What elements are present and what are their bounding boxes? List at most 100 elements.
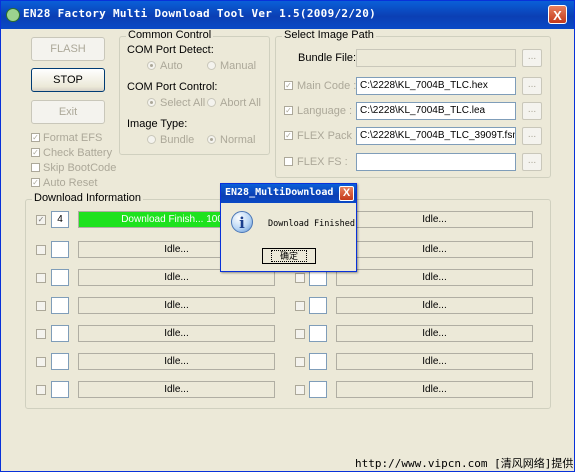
watermark-text: http://www.vipcn.com [清风网络]提供 xyxy=(355,457,574,470)
dialog-title-bar[interactable]: EN28_MultiDownload X xyxy=(221,184,356,203)
image-type-label: Image Type: xyxy=(127,118,188,130)
slot-checkbox[interactable] xyxy=(295,357,305,367)
auto-radio[interactable] xyxy=(147,61,156,70)
exit-button[interactable]: Exit xyxy=(31,100,105,124)
title-bar[interactable]: EN28 Factory Multi Download Tool Ver 1.5… xyxy=(1,1,574,29)
option-checkbox[interactable] xyxy=(31,133,40,142)
bundle-file-label: Bundle File: xyxy=(298,52,357,64)
slot-status-text: Idle... xyxy=(164,300,189,311)
image-row-browse-button[interactable]: ... xyxy=(522,77,542,95)
option-label: Format EFS xyxy=(43,132,103,144)
image-row-label: FLEX FS : xyxy=(297,156,348,168)
dialog-message: Download Finished xyxy=(268,219,355,229)
select-all-radio-label: Select All xyxy=(160,97,206,109)
slot-port-number xyxy=(51,297,69,314)
flash-button[interactable]: FLASH xyxy=(31,37,105,61)
slot-status-text: Idle... xyxy=(422,356,447,367)
slot-progress-bar: Idle... xyxy=(336,211,533,228)
slot-port-number xyxy=(51,241,69,258)
bundle-browse-button[interactable]: ... xyxy=(522,49,542,67)
slot-status-text: Idle... xyxy=(422,300,447,311)
slot-status-text: Idle... xyxy=(164,328,189,339)
dialog-ok-button[interactable]: 确定 xyxy=(262,248,316,264)
com-detect-label: COM Port Detect: xyxy=(127,44,214,56)
slot-port-number xyxy=(309,325,327,342)
slot-port-number xyxy=(51,353,69,370)
normal-radio[interactable] xyxy=(207,135,216,144)
slot-port-number xyxy=(51,325,69,342)
image-row-checkbox[interactable] xyxy=(284,81,293,90)
slot-progress-bar: Idle... xyxy=(336,381,533,398)
slot-port-number xyxy=(309,353,327,370)
slot-status-text: Idle... xyxy=(164,244,189,255)
image-path-title: Select Image Path xyxy=(282,29,376,41)
bundle-radio[interactable] xyxy=(147,135,156,144)
image-row-label: Main Code : xyxy=(297,80,357,92)
option-checkbox[interactable] xyxy=(31,148,40,157)
image-row-browse-button[interactable]: ... xyxy=(522,153,542,171)
slot-progress-bar: Idle... xyxy=(336,241,533,258)
slot-checkbox[interactable] xyxy=(36,273,46,283)
image-row-browse-button[interactable]: ... xyxy=(522,127,542,145)
slot-progress-bar: Idle... xyxy=(78,353,275,370)
slot-progress-bar: Idle... xyxy=(78,297,275,314)
slot-port-number: 4 xyxy=(51,211,69,228)
slot-status-text: Idle... xyxy=(164,356,189,367)
manual-radio-label: Manual xyxy=(220,60,257,72)
image-row-browse-button[interactable]: ... xyxy=(522,102,542,120)
slot-progress-bar: Idle... xyxy=(336,353,533,370)
slot-port-number xyxy=(309,297,327,314)
slot-port-number xyxy=(51,381,69,398)
slot-port-number xyxy=(309,381,327,398)
slot-checkbox[interactable] xyxy=(295,329,305,339)
abort-all-radio[interactable] xyxy=(207,98,216,107)
bundle-file-field[interactable] xyxy=(356,49,516,67)
image-row-label: FLEX Pack : xyxy=(297,130,359,142)
image-row-path-field[interactable]: C:\2228\KL_7004B_TLC.hex xyxy=(356,77,516,95)
close-icon[interactable]: X xyxy=(548,5,567,24)
slot-status-text: Idle... xyxy=(164,272,189,283)
download-info-title: Download Information xyxy=(32,192,144,204)
slot-checkbox[interactable] xyxy=(295,301,305,311)
slot-checkbox[interactable] xyxy=(36,385,46,395)
slot-checkbox[interactable] xyxy=(295,273,305,283)
image-row-path-field[interactable] xyxy=(356,153,516,171)
window-title: EN28 Factory Multi Download Tool Ver 1.5… xyxy=(23,7,377,20)
com-control-label: COM Port Control: xyxy=(127,81,218,93)
image-row-checkbox[interactable] xyxy=(284,157,293,166)
slot-progress-bar: Idle... xyxy=(336,297,533,314)
slot-status-text: Download Finish... 100% xyxy=(121,214,232,225)
slot-checkbox[interactable]: ✓ xyxy=(36,215,46,225)
slot-status-text: Idle... xyxy=(422,244,447,255)
option-label: Auto Reset xyxy=(43,177,98,189)
manual-radio[interactable] xyxy=(207,61,216,70)
image-row-path-field[interactable]: C:\2228\KL_7004B_TLC_3909T.fsm xyxy=(356,127,516,145)
option-label: Check Battery xyxy=(43,147,113,159)
dialog-close-icon[interactable]: X xyxy=(339,186,354,201)
option-checkbox[interactable] xyxy=(31,178,40,187)
option-checkbox[interactable] xyxy=(31,163,40,172)
image-row-path-field[interactable]: C:\2228\KL_7004B_TLC.lea xyxy=(356,102,516,120)
slot-checkbox[interactable] xyxy=(36,357,46,367)
stop-button[interactable]: STOP xyxy=(31,68,105,92)
auto-radio-label: Auto xyxy=(160,60,183,72)
normal-radio-label: Normal xyxy=(220,134,256,146)
image-row-checkbox[interactable] xyxy=(284,131,293,140)
slot-status-text: Idle... xyxy=(422,272,447,283)
slot-progress-bar: Idle... xyxy=(336,269,533,286)
slot-progress-bar: Idle... xyxy=(78,325,275,342)
select-all-radio[interactable] xyxy=(147,98,156,107)
image-row-checkbox[interactable] xyxy=(284,106,293,115)
slot-checkbox[interactable] xyxy=(295,385,305,395)
app-icon xyxy=(6,8,20,22)
image-row-label: Language : xyxy=(297,105,353,117)
slot-checkbox[interactable] xyxy=(36,245,46,255)
slot-checkbox[interactable] xyxy=(36,329,46,339)
download-finished-dialog: EN28_MultiDownload X i Download Finished… xyxy=(220,183,357,272)
slot-progress-bar: Idle... xyxy=(336,325,533,342)
slot-status-text: Idle... xyxy=(422,328,447,339)
info-icon: i xyxy=(231,211,253,233)
option-label: Skip BootCode xyxy=(43,162,117,174)
slot-status-text: Idle... xyxy=(422,384,447,395)
slot-checkbox[interactable] xyxy=(36,301,46,311)
